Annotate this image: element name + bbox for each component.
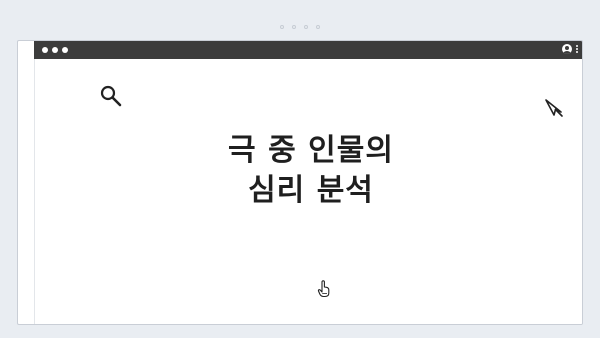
- browser-window: 극 중 인물의 심리 분석: [17, 40, 583, 325]
- page-dot: [292, 25, 296, 29]
- window-titlebar: [34, 41, 582, 59]
- page-indicator: [0, 25, 600, 29]
- hand-pointer-icon: [317, 280, 330, 298]
- page-heading: 극 중 인물의 심리 분석: [35, 131, 582, 211]
- heading-line-1: 극 중 인물의: [228, 133, 394, 168]
- cursor-icon: [545, 99, 563, 117]
- window-controls: [42, 47, 68, 53]
- page-dot: [280, 25, 284, 29]
- heading-line-2: 심리 분석: [248, 173, 374, 208]
- maximize-window-button[interactable]: [62, 47, 68, 53]
- search-icon[interactable]: [99, 84, 123, 108]
- minimize-window-button[interactable]: [52, 47, 58, 53]
- titlebar-actions: [562, 44, 578, 54]
- page-dot: [316, 25, 320, 29]
- user-icon[interactable]: [562, 44, 572, 54]
- kebab-menu-icon[interactable]: [576, 45, 578, 53]
- page-dot: [304, 25, 308, 29]
- close-window-button[interactable]: [42, 47, 48, 53]
- content-area: 극 중 인물의 심리 분석: [34, 59, 582, 324]
